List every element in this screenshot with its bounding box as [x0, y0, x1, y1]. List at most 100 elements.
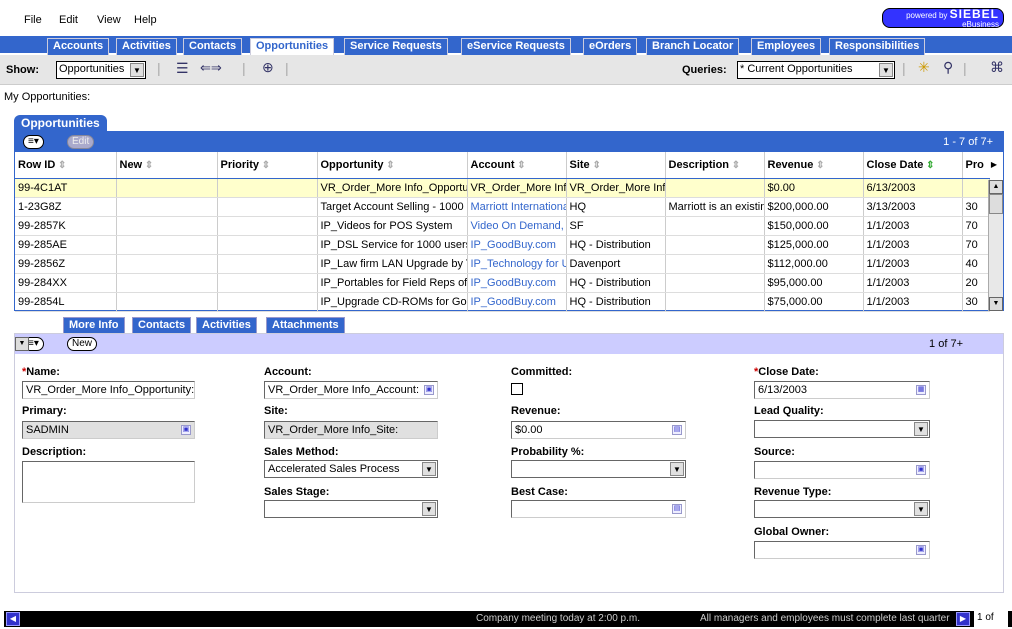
tab-eservice-requests[interactable]: eService Requests	[461, 38, 571, 55]
column-header[interactable]: Priority ⇕	[217, 152, 318, 179]
table-cell[interactable]: VR_Order_More Info_Account	[467, 178, 567, 198]
table-row[interactable]: 99-284XX IP_Portables for Field Reps of G…	[15, 273, 990, 293]
column-header[interactable]: New ⇕	[116, 152, 218, 179]
sort-icon[interactable]: ⇕	[55, 160, 66, 171]
sales-method-label: Sales Method:	[264, 446, 339, 458]
tab-branch-locator[interactable]: Branch Locator	[646, 38, 740, 55]
best-case-field[interactable]: ▤	[511, 500, 686, 518]
scroll-thumb[interactable]	[989, 194, 1003, 214]
tab-responsibilities[interactable]: Responsibilities	[829, 38, 926, 55]
tab-activities[interactable]: Activities	[116, 38, 177, 55]
table-cell[interactable]: Video On Demand, Inc.	[467, 216, 567, 236]
table-cell[interactable]: IP_Technology for Us	[467, 254, 567, 274]
table-cell[interactable]: IP_GoodBuy.com	[467, 235, 567, 255]
description-field[interactable]	[22, 461, 195, 503]
new-button[interactable]: New	[67, 337, 98, 351]
lead-quality-select[interactable]: ▼	[754, 420, 930, 438]
calculator-icon[interactable]: ▤	[672, 504, 682, 514]
subtab-more-info[interactable]: More Info	[63, 317, 125, 334]
column-header[interactable]: Revenue ⇕	[764, 152, 864, 179]
subtab-attachments[interactable]: Attachments	[266, 317, 345, 334]
sort-icon[interactable]: ⇕	[923, 160, 934, 171]
primary-field[interactable]: SADMIN ▣	[22, 421, 195, 439]
pick-applet-icon[interactable]: ▣	[424, 385, 434, 395]
table-cell[interactable]: Marriott International	[467, 197, 567, 217]
committed-checkbox[interactable]	[511, 383, 523, 395]
siebel-logo: powered by SIEBEL eBusiness	[882, 8, 1004, 28]
sort-icon[interactable]: ⇕	[383, 160, 394, 171]
source-field[interactable]: ▣	[754, 461, 930, 479]
ticker-left-icon[interactable]: ◀	[6, 612, 20, 626]
binoculars-icon[interactable]: ⌘	[990, 59, 1004, 76]
close-date-field[interactable]: 6/13/2003 ▦	[754, 381, 930, 399]
execute-query-icon[interactable]: ⚲	[943, 59, 953, 76]
new-query-icon[interactable]: ✳	[918, 59, 930, 76]
tab-contacts[interactable]: Contacts	[183, 38, 243, 55]
scroll-up-icon[interactable]: ▲	[989, 180, 1003, 194]
calendar-icon[interactable]: ▦	[916, 385, 926, 395]
pick-applet-icon[interactable]: ▣	[916, 545, 926, 555]
scroll-down-icon[interactable]: ▼	[989, 297, 1003, 311]
tab-accounts[interactable]: Accounts	[47, 38, 110, 55]
column-header[interactable]: Description ⇕	[665, 152, 765, 179]
tab-employees[interactable]: Employees	[751, 38, 822, 55]
table-row[interactable]: 99-2857K IP_Videos for POS System Video On…	[15, 216, 990, 236]
table-cell: Marriott is an existing customer	[665, 197, 765, 217]
column-header-label: Opportunity	[320, 158, 384, 171]
show-select[interactable]: Opportunities ▼	[56, 61, 146, 79]
column-header-label: Site	[569, 158, 590, 171]
column-header[interactable]: Row ID ⇕	[15, 152, 117, 179]
column-header[interactable]: Opportunity ⇕	[317, 152, 468, 179]
back-forward-icon[interactable]: ⇐⇒	[200, 60, 222, 76]
probability-select[interactable]: ▼	[511, 460, 686, 478]
revenue-field[interactable]: $0.00 ▤	[511, 421, 686, 439]
report-icon[interactable]: ☰	[176, 60, 189, 77]
queries-select[interactable]: * Current Opportunities ▼	[737, 61, 895, 79]
sort-icon[interactable]: ⇕	[813, 160, 824, 171]
calculator-icon[interactable]: ▤	[672, 425, 682, 435]
list-vertical-scrollbar[interactable]: ▲ ▼	[988, 180, 1003, 311]
revenue-label: Revenue:	[511, 405, 561, 417]
tab-opportunities[interactable]: Opportunities	[250, 38, 335, 55]
scroll-right-icon[interactable]: ▶	[987, 152, 1001, 178]
account-field[interactable]: VR_Order_More Info_Account: ▣	[264, 381, 438, 399]
menu-edit[interactable]: Edit	[59, 14, 78, 26]
column-header[interactable]: Site ⇕	[566, 152, 666, 179]
table-row[interactable]: 99-285AE IP_DSL Service for 1000 users IP_…	[15, 235, 990, 255]
ticker-right-icon[interactable]: ▶	[956, 612, 970, 626]
sort-icon[interactable]: ⇕	[590, 160, 600, 171]
next-record-icon[interactable]: ▼	[15, 337, 29, 351]
sort-icon[interactable]: ⇕	[142, 160, 153, 171]
column-header[interactable]: Pro	[962, 152, 990, 179]
column-header[interactable]: Account ⇕	[467, 152, 567, 179]
table-row[interactable]: 1-23G8Z Target Account Selling - 1000 Marr…	[15, 197, 990, 217]
menu-file[interactable]: File	[24, 14, 42, 26]
tab-eorders[interactable]: eOrders	[583, 38, 638, 55]
site-field[interactable]: VR_Order_More Info_Site:	[264, 421, 438, 439]
revenue-type-select[interactable]: ▼	[754, 500, 930, 518]
sort-icon[interactable]: ⇕	[259, 160, 270, 171]
table-cell[interactable]: IP_GoodBuy.com	[467, 292, 567, 312]
sort-icon[interactable]: ⇕	[515, 160, 525, 171]
sort-icon[interactable]: ⇕	[729, 160, 740, 171]
sales-stage-select[interactable]: ▼	[264, 500, 438, 518]
table-row[interactable]: 99-4C1ATVR_Order_More Info_OpportunityVR…	[15, 178, 990, 198]
sales-method-select[interactable]: Accelerated Sales Process ▼	[264, 460, 438, 478]
edit-button[interactable]: Edit	[67, 135, 95, 149]
subtab-contacts[interactable]: Contacts	[132, 317, 192, 334]
globe-icon[interactable]: ⊕	[262, 59, 274, 76]
column-header[interactable]: Close Date ⇕	[863, 152, 963, 179]
table-row[interactable]: 99-2854L IP_Upgrade CD-ROMs for GoodBuyIP…	[15, 292, 990, 312]
table-cell[interactable]: IP_GoodBuy.com	[467, 273, 567, 293]
pick-applet-icon[interactable]: ▣	[181, 425, 191, 435]
table-row[interactable]: 99-2856Z IP_Law firm LAN Upgrade by TechI…	[15, 254, 990, 274]
menu-help[interactable]: Help	[134, 14, 157, 26]
subtab-activities[interactable]: Activities	[196, 317, 257, 334]
global-owner-field[interactable]: ▣	[754, 541, 930, 559]
name-field[interactable]: VR_Order_More Info_Opportunity:	[22, 381, 195, 399]
list-menu-button[interactable]: ≡▾	[23, 135, 44, 149]
menu-view[interactable]: View	[97, 14, 121, 26]
separator: |	[963, 60, 967, 76]
tab-service-requests[interactable]: Service Requests	[344, 38, 448, 55]
pick-applet-icon[interactable]: ▣	[916, 465, 926, 475]
